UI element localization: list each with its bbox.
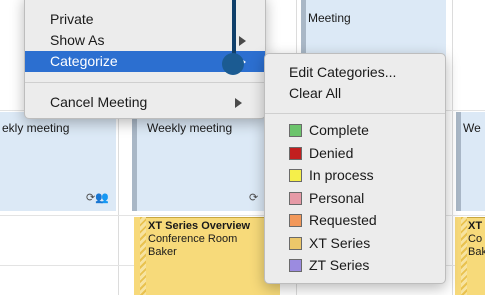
event-title: XT: [468, 220, 483, 232]
weekly-meeting-event[interactable]: Weekly meeting ⟳: [132, 112, 282, 211]
category-label: Complete: [309, 122, 369, 138]
weekly-meeting-event[interactable]: We: [456, 112, 485, 211]
event-location: Conference Room: [148, 233, 238, 245]
category-label: Requested: [309, 212, 377, 228]
menu-item-clear-all[interactable]: Clear All: [265, 83, 445, 104]
menu-separator: [265, 113, 445, 114]
event-location: Co: [468, 233, 483, 245]
category-in-process[interactable]: In process: [265, 165, 445, 186]
day-divider: [452, 0, 453, 295]
click-indicator-icon: [222, 53, 244, 75]
xt-series-event[interactable]: XT Co Bak: [455, 217, 485, 295]
category-color-swatch: [289, 259, 302, 272]
submenu-arrow-icon: [239, 36, 246, 46]
pointer-callout-line: [232, 0, 236, 60]
category-personal[interactable]: Personal: [265, 188, 445, 209]
category-label: XT Series: [309, 235, 371, 251]
menu-item-edit-categories[interactable]: Edit Categories...: [265, 62, 445, 83]
menu-item-private[interactable]: Private: [25, 9, 265, 30]
menu-item-label: Edit Categories...: [289, 64, 397, 80]
menu-item-label: Private: [50, 11, 94, 27]
category-color-swatch: [289, 124, 302, 137]
category-xt-series[interactable]: XT Series: [265, 233, 445, 254]
category-label: ZT Series: [309, 257, 370, 273]
menu-item-cancel-meeting[interactable]: Cancel Meeting: [25, 92, 265, 113]
category-label: Denied: [309, 145, 354, 161]
menu-item-show-as[interactable]: Show As: [25, 30, 265, 51]
categorize-submenu: Edit Categories... Clear All Complete De…: [264, 53, 446, 284]
category-color-swatch: [289, 192, 302, 205]
category-color-swatch: [289, 237, 302, 250]
menu-item-label: Categorize: [50, 53, 118, 69]
category-color-swatch: [289, 169, 302, 182]
event-title: XT Series Overview: [148, 220, 251, 232]
menu-item-label: Clear All: [289, 85, 342, 101]
event-title: We: [463, 121, 481, 135]
weekly-meeting-event[interactable]: ekly meeting ⟳👥: [0, 112, 116, 211]
event-title: Weekly meeting: [147, 121, 233, 135]
event-title: Meeting: [308, 11, 351, 25]
event-organizer: Bak: [468, 246, 485, 258]
menu-separator: [25, 82, 265, 83]
category-zt-series[interactable]: ZT Series: [265, 255, 445, 276]
event-title: ekly meeting: [2, 121, 70, 135]
recurring-attendees-icon: ⟳👥: [86, 192, 109, 204]
category-requested[interactable]: Requested: [265, 210, 445, 231]
category-complete[interactable]: Complete: [265, 120, 445, 141]
category-label: Personal: [309, 190, 365, 206]
event-organizer: Baker: [148, 246, 177, 258]
category-label: In process: [309, 167, 374, 183]
category-color-swatch: [289, 214, 302, 227]
category-color-swatch: [289, 147, 302, 160]
recurring-icon: ⟳: [249, 192, 259, 204]
xt-series-event[interactable]: XT Series Overview Conference Room Baker: [134, 217, 280, 295]
submenu-arrow-icon: [235, 98, 242, 108]
menu-item-label: Show As: [50, 32, 105, 48]
category-denied[interactable]: Denied: [265, 143, 445, 164]
menu-item-label: Cancel Meeting: [50, 94, 148, 110]
